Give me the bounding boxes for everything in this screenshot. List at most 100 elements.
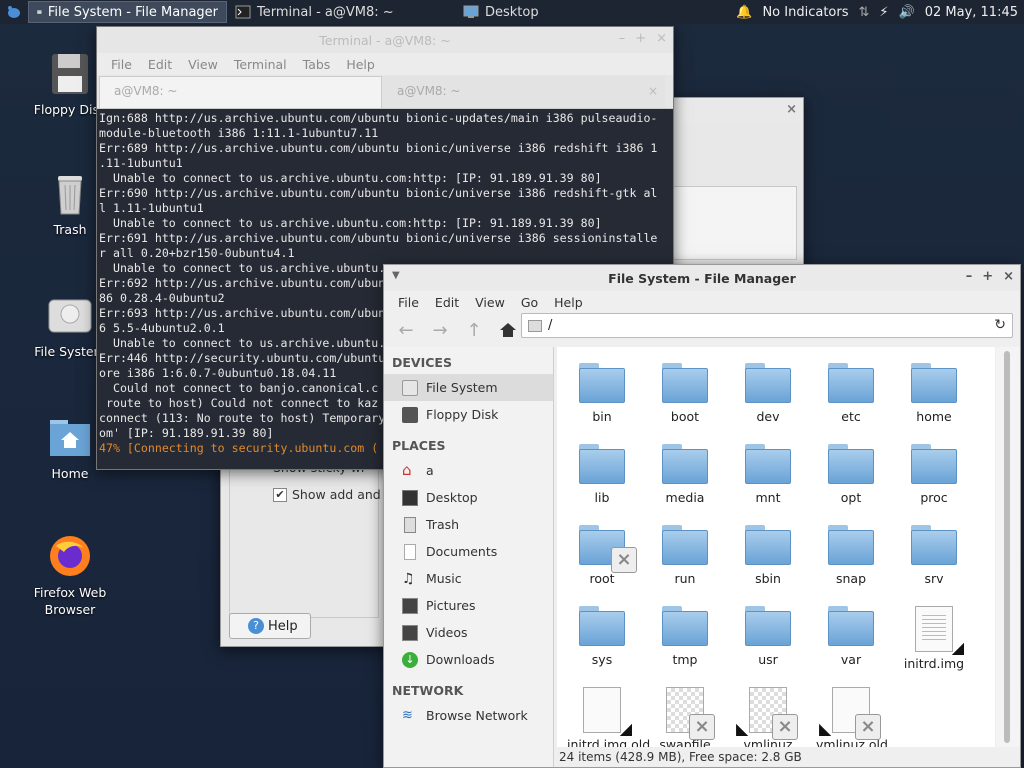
window-menu-icon[interactable]: ▼ — [392, 270, 400, 281]
sidebar-item-label: Pictures — [426, 598, 476, 613]
file-item-lib[interactable]: lib — [567, 444, 637, 505]
menu-terminal[interactable]: Terminal — [226, 57, 295, 72]
file-item-mnt[interactable]: mnt — [733, 444, 803, 505]
forward-arrow-icon[interactable]: → — [424, 316, 456, 344]
menu-file[interactable]: File — [103, 57, 140, 72]
sidebar-item-music[interactable]: ♫ Music — [384, 565, 553, 592]
clock[interactable]: 02 May, 11:45 — [925, 5, 1018, 20]
menu-help[interactable]: Help — [338, 57, 383, 72]
file-item-etc[interactable]: etc — [816, 363, 886, 424]
up-arrow-icon[interactable]: ↑ — [458, 316, 490, 344]
volume-icon[interactable]: 🔊 — [899, 5, 915, 20]
minimize-icon[interactable]: – — [619, 31, 626, 46]
file-item-vmlinuz-old[interactable]: ◣ × vmlinuz.old — [816, 687, 888, 747]
panel-indicators: 🔔 No Indicators ⇅ ⚡ 🔊 02 May, 11:45 — [736, 0, 1018, 24]
icon-view[interactable]: bin boot dev etc home lib media mnt opt proc × root… — [557, 347, 995, 747]
sidebar-item-trash[interactable]: Trash — [384, 511, 553, 538]
file-item-usr[interactable]: usr — [733, 606, 803, 667]
symlink-arrow-icon: ◢ — [619, 719, 632, 738]
checkbox-add-label: Show add and re — [292, 487, 398, 502]
terminal-line: Err:690 http://us.archive.ubuntu.com/ubu… — [99, 186, 658, 200]
home-icon[interactable] — [492, 316, 524, 344]
whisker-menu-button[interactable] — [0, 1, 28, 23]
file-item-snap[interactable]: snap — [816, 525, 886, 586]
close-icon[interactable]: × — [786, 102, 797, 117]
menu-file[interactable]: File — [390, 295, 427, 310]
menu-tabs[interactable]: Tabs — [295, 57, 339, 72]
file-item-bin[interactable]: bin — [567, 363, 637, 424]
network-header: NETWORK — [392, 683, 464, 698]
file-item-boot[interactable]: boot — [650, 363, 720, 424]
file-item-vmlinuz[interactable]: ◣ × vmlinuz — [733, 687, 803, 747]
desktop-icon-firefox[interactable]: Firefox Web Browser — [30, 532, 110, 618]
maximize-icon[interactable]: + — [635, 31, 646, 46]
maximize-icon[interactable]: + — [982, 269, 993, 284]
file-item-media[interactable]: media — [650, 444, 720, 505]
minimize-icon[interactable]: – — [966, 269, 973, 284]
file-item-proc[interactable]: proc — [899, 444, 969, 505]
no-access-icon: × — [689, 714, 715, 740]
sidebar-item-downloads[interactable]: ↓ Downloads — [384, 646, 553, 673]
indicators-label[interactable]: No Indicators — [762, 5, 848, 20]
reload-icon[interactable]: ↻ — [994, 317, 1006, 333]
menu-go[interactable]: Go — [513, 295, 546, 310]
help-button[interactable]: ? Help — [229, 613, 311, 639]
file-item-root[interactable]: × root — [567, 525, 637, 586]
file-item-tmp[interactable]: tmp — [650, 606, 720, 667]
task-desktop[interactable]: Desktop — [423, 1, 547, 23]
checkbox-checked-icon[interactable]: ✔ — [273, 487, 287, 502]
terminal-titlebar[interactable]: Terminal - a@VM8: ~ – + × — [97, 27, 673, 53]
file-item-initrd-img[interactable]: ◢ initrd.img — [899, 606, 969, 671]
sidebar-item-videos[interactable]: Videos — [384, 619, 553, 646]
power-icon[interactable]: ⚡ — [879, 5, 888, 20]
file-item-sbin[interactable]: sbin — [733, 525, 803, 586]
menu-help[interactable]: Help — [546, 295, 591, 310]
file-icon: ◢ — [583, 687, 632, 738]
task-file-manager[interactable]: File System - File Manager — [28, 1, 227, 23]
menu-edit[interactable]: Edit — [140, 57, 180, 72]
task-terminal[interactable]: Terminal - a@VM8: ~ — [227, 1, 423, 23]
file-item-dev[interactable]: dev — [733, 363, 803, 424]
file-item-swapfile[interactable]: × swapfile — [650, 687, 720, 747]
file-item-var[interactable]: var — [816, 606, 886, 667]
sidebar-item-desktop[interactable]: Desktop — [384, 484, 553, 511]
file-item-srv[interactable]: srv — [899, 525, 969, 586]
close-icon[interactable]: × — [1003, 269, 1014, 284]
sidebar-item-floppy-disk[interactable]: Floppy Disk — [384, 401, 553, 428]
folder-icon — [662, 363, 708, 403]
scrollbar-thumb[interactable] — [1004, 351, 1010, 743]
sidebar-item-home[interactable]: ⌂ a — [384, 457, 553, 484]
file-item-label: home — [916, 409, 952, 424]
file-item-label: usr — [758, 652, 778, 667]
checkbox-add-row[interactable]: ✔ Show add and re — [273, 487, 397, 502]
terminal-tab-2[interactable]: a@VM8: ~ × — [382, 76, 665, 108]
terminal-tab-1[interactable]: a@VM8: ~ — [99, 76, 382, 108]
close-icon[interactable]: × — [656, 31, 667, 46]
menu-view[interactable]: View — [467, 295, 513, 310]
file-manager-titlebar[interactable]: ▼ File System - File Manager – + × — [384, 265, 1020, 291]
sidebar-item-pictures[interactable]: Pictures — [384, 592, 553, 619]
sidebar-item-documents[interactable]: Documents — [384, 538, 553, 565]
close-tab-icon[interactable]: × — [648, 84, 658, 98]
file-item-initrd-img-old[interactable]: ◢ initrd.img.old — [567, 687, 650, 747]
file-icon: ◢ — [915, 606, 964, 657]
location-bar[interactable]: / ↻ — [521, 313, 1013, 338]
drive-icon — [528, 319, 542, 332]
file-item-label: var — [840, 652, 862, 667]
vertical-scrollbar[interactable] — [996, 347, 1020, 747]
sidebar-item-file-system[interactable]: File System — [384, 374, 553, 401]
menu-edit[interactable]: Edit — [427, 295, 467, 310]
sidebar-item-browse-network[interactable]: ≋ Browse Network — [384, 702, 553, 729]
network-arrows-icon[interactable]: ⇅ — [858, 5, 869, 20]
file-item-home[interactable]: home — [899, 363, 969, 424]
back-arrow-icon[interactable]: ← — [390, 316, 422, 344]
file-item-label: proc — [920, 490, 948, 505]
no-access-icon: × — [772, 714, 798, 740]
menu-view[interactable]: View — [180, 57, 226, 72]
file-item-label: lib — [594, 490, 610, 505]
terminal-line: r all 0.20+bzr150-0ubuntu4.1 — [99, 246, 295, 260]
file-item-opt[interactable]: opt — [816, 444, 886, 505]
file-item-sys[interactable]: sys — [567, 606, 637, 667]
file-item-run[interactable]: run — [650, 525, 720, 586]
bell-icon[interactable]: 🔔 — [736, 5, 752, 20]
